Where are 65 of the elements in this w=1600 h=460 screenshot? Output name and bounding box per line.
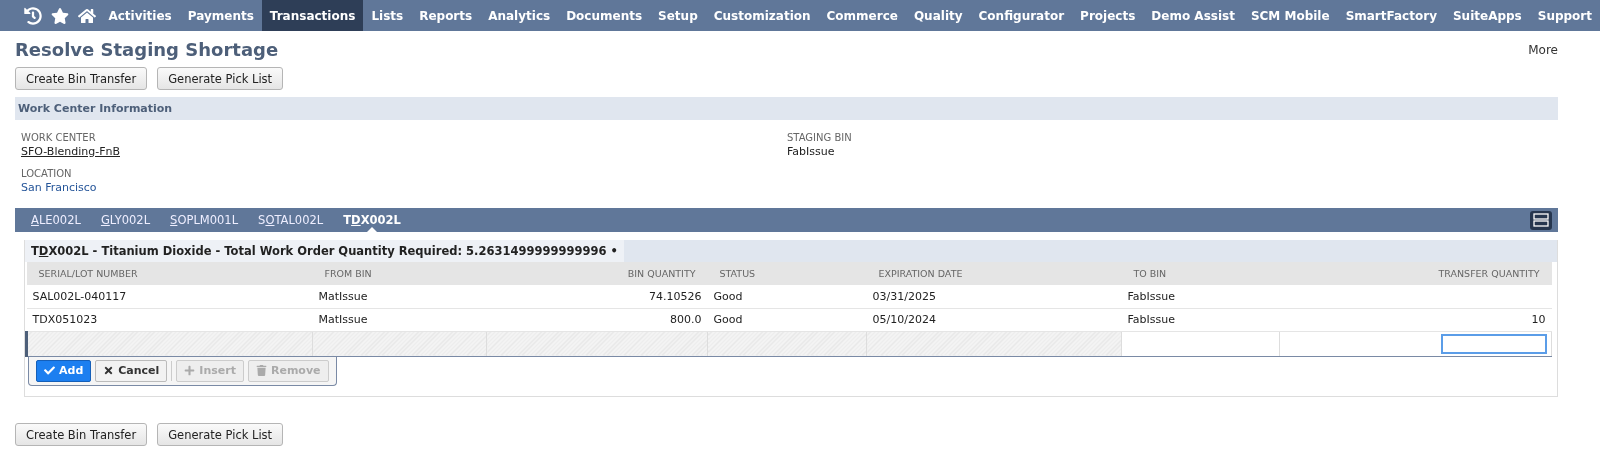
page-title: Resolve Staging Shortage xyxy=(15,39,279,60)
table-cell: MatIssue xyxy=(312,308,487,331)
column-header: BIN QUANTITY xyxy=(486,262,708,285)
check-icon xyxy=(44,365,55,376)
column-header: EXPIRATION DATE xyxy=(866,262,1122,285)
nav-menu-item[interactable]: Customization xyxy=(705,0,819,31)
column-header: SERIAL/LOT NUMBER xyxy=(26,262,313,285)
table-cell: SAL002L-040117 xyxy=(26,285,313,308)
action-button[interactable]: Generate Pick List xyxy=(157,422,284,446)
table-cell: 10 xyxy=(1279,308,1552,331)
nav-menu-item[interactable]: Payments xyxy=(179,0,262,31)
nav-menu-item[interactable]: Reports xyxy=(411,0,481,31)
table-cell: Good xyxy=(707,285,867,308)
field-label: STAGING BIN xyxy=(787,132,853,143)
nav-menu-item[interactable]: SuiteApps xyxy=(1444,0,1530,31)
field-label: WORK CENTER xyxy=(21,132,97,143)
subtab[interactable]: GLY002L xyxy=(90,208,161,232)
table-cell: 800.0 xyxy=(486,308,708,331)
row-action-button[interactable]: Add xyxy=(36,359,92,382)
sublist-title: TDX002L - Titanium Dioxide - Total Work Order Quantity Required: 5.2631499999999996 • xyxy=(25,240,624,262)
nav-menu-item[interactable]: Lists xyxy=(363,0,412,31)
subtab[interactable]: ALE002L xyxy=(21,208,91,232)
table-cell: 03/31/2025 xyxy=(866,285,1122,308)
more-link[interactable]: More xyxy=(1528,42,1558,57)
table-cell: FabIssue xyxy=(1121,308,1280,331)
nav-menu-item[interactable]: Quality xyxy=(905,0,971,31)
nav-menu-item[interactable]: Analytics xyxy=(480,0,559,31)
layout-toggle-button[interactable] xyxy=(1530,210,1552,230)
transfer-quantity-input[interactable] xyxy=(1441,333,1547,354)
close-icon xyxy=(103,365,115,376)
field-link[interactable]: SFO-Blending-FnB xyxy=(21,145,787,158)
field-label: LOCATION xyxy=(21,168,73,179)
nav-menu-item[interactable]: Documents xyxy=(558,0,651,31)
table-cell: 74.10526 xyxy=(486,285,708,308)
nav-menu-item[interactable]: SmartFactory xyxy=(1337,0,1445,31)
column-header: TRANSFER QUANTITY xyxy=(1279,262,1552,285)
action-button[interactable]: Generate Pick List xyxy=(157,67,284,90)
section-header: Work Center Information xyxy=(15,97,1558,120)
table-cell: Good xyxy=(707,308,867,331)
nav-menu-item[interactable]: Transactions xyxy=(261,0,364,31)
subtab[interactable]: SOPLM001L xyxy=(160,208,249,232)
table-cell: FabIssue xyxy=(1121,285,1280,308)
action-button[interactable]: Create Bin Transfer xyxy=(15,422,148,446)
nav-menu-item[interactable]: Support xyxy=(1529,0,1600,31)
nav-menu-item[interactable]: SCM Mobile xyxy=(1242,0,1338,31)
nav-menu-item[interactable]: Configurator xyxy=(970,0,1073,31)
subtab[interactable]: TDX002L xyxy=(333,208,411,232)
action-button[interactable]: Create Bin Transfer xyxy=(15,67,148,90)
row-action-button[interactable]: Cancel xyxy=(95,359,168,382)
table-cell: TDX051023 xyxy=(26,308,313,331)
nav-menu-item[interactable]: Setup xyxy=(650,0,706,31)
nav-menu-item[interactable]: Commerce xyxy=(818,0,906,31)
plus-icon xyxy=(184,365,196,376)
field-link[interactable]: San Francisco xyxy=(21,181,787,194)
column-header: FROM BIN xyxy=(312,262,487,285)
table-cell: MatIssue xyxy=(312,285,487,308)
nav-menu-item[interactable]: Projects xyxy=(1072,0,1144,31)
subtab[interactable]: SOTAL002L xyxy=(248,208,334,232)
nav-menu-item[interactable]: Demo Assist xyxy=(1143,0,1243,31)
column-header: TO BIN xyxy=(1121,262,1280,285)
nav-menu-item[interactable]: Activities xyxy=(100,0,180,31)
trash-icon xyxy=(255,365,267,376)
table-cell: 05/10/2024 xyxy=(866,308,1122,331)
column-header: STATUS xyxy=(707,262,867,285)
field-value: FabIssue xyxy=(787,145,836,158)
